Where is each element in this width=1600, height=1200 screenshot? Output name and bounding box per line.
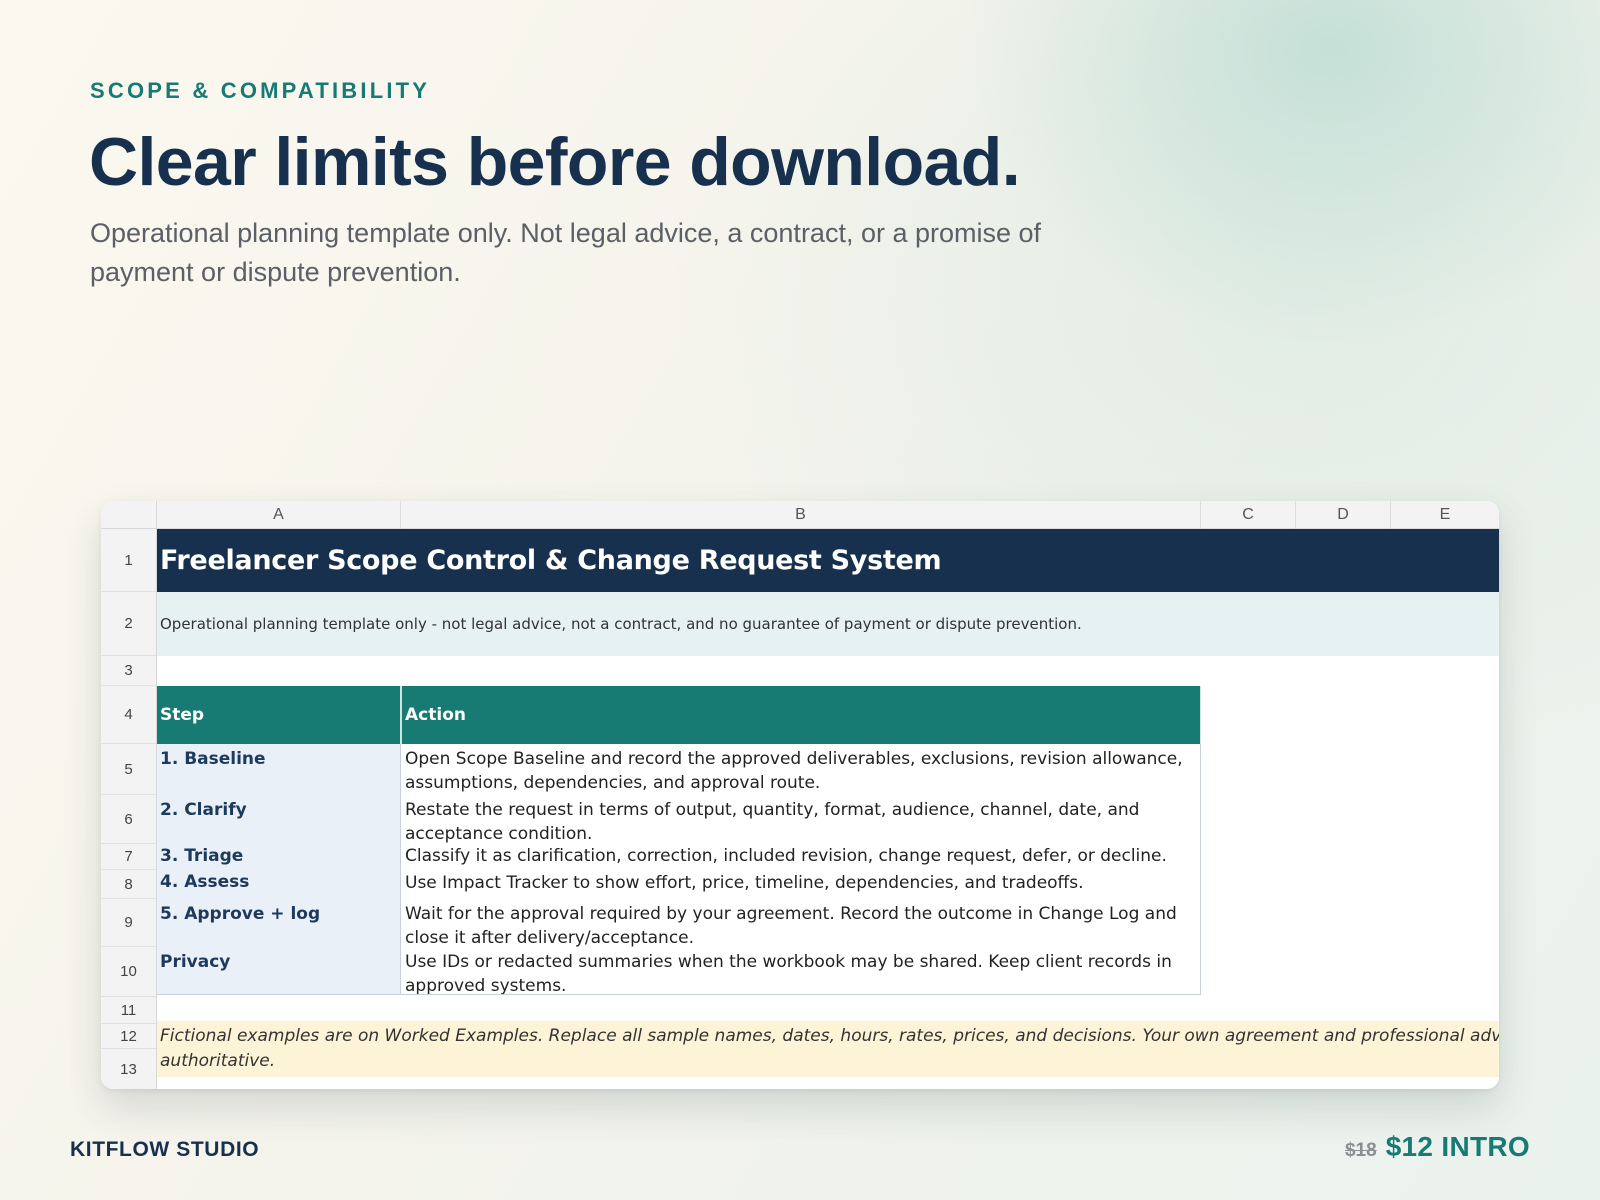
brand-name: KITFLOW STUDIO xyxy=(70,1138,260,1161)
column-header-a: A xyxy=(157,501,401,529)
step-cell: 3. Triage xyxy=(157,844,401,870)
row-number-1: 1 xyxy=(101,529,157,592)
sheet-title: Freelancer Scope Control & Change Reques… xyxy=(157,529,1499,592)
table-header-action: Action xyxy=(401,686,1201,744)
sheet-corner xyxy=(101,501,157,529)
row-number-2: 2 xyxy=(101,592,157,656)
step-cell: 1. Baseline xyxy=(157,744,401,795)
row-number-11: 11 xyxy=(101,997,157,1024)
worked-examples-note-line2: authoritative. xyxy=(160,1051,276,1071)
row-number-8: 8 xyxy=(101,870,157,899)
page-subtitle: Operational planning template only. Not … xyxy=(90,218,1042,287)
step-cell: Privacy xyxy=(157,947,401,994)
action-cell: Restate the request in terms of output, … xyxy=(401,795,1201,844)
row-number-5: 5 xyxy=(101,744,157,795)
table-header-step: Step xyxy=(157,686,401,744)
spreadsheet-preview: A B C D E 1 2 3 4 5 6 7 8 9 10 11 12 13 … xyxy=(101,501,1499,1089)
row-number-6: 6 xyxy=(101,795,157,844)
row-number-7: 7 xyxy=(101,844,157,870)
row-number-4: 4 xyxy=(101,686,157,744)
price-tag: $18 $12 INTRO xyxy=(1345,1131,1530,1163)
worked-examples-note-line1: Fictional examples are on Worked Example… xyxy=(160,1026,1499,1046)
row-number-9: 9 xyxy=(101,899,157,947)
page-title: Clear limits before download. xyxy=(89,124,1021,200)
row-number-13: 13 xyxy=(101,1049,157,1089)
old-price: $18 xyxy=(1344,1140,1377,1161)
row-number-12: 12 xyxy=(101,1024,157,1049)
step-cell: 4. Assess xyxy=(157,870,401,899)
column-header-b: B xyxy=(401,501,1201,529)
sheet-disclaimer: Operational planning template only - not… xyxy=(157,592,1499,656)
column-header-d: D xyxy=(1296,501,1391,529)
table-bottom-border xyxy=(157,994,1201,995)
action-cell: Open Scope Baseline and record the appro… xyxy=(401,744,1201,795)
action-cell: Classify it as clarification, correction… xyxy=(401,844,1201,870)
column-header-c: C xyxy=(1201,501,1296,529)
action-cell: Use Impact Tracker to show effort, price… xyxy=(401,870,1201,899)
eyebrow-label: SCOPE & COMPATIBILITY xyxy=(90,78,431,103)
step-cell: 2. Clarify xyxy=(157,795,401,844)
row-number-10: 10 xyxy=(101,947,157,997)
worked-examples-note: Fictional examples are on Worked Example… xyxy=(157,1021,1499,1077)
column-header-e: E xyxy=(1391,501,1499,529)
action-cell: Use IDs or redacted summaries when the w… xyxy=(401,947,1201,994)
action-cell: Wait for the approval required by your a… xyxy=(401,899,1201,947)
intro-price: $12 INTRO xyxy=(1385,1131,1530,1162)
step-cell: 5. Approve + log xyxy=(157,899,401,947)
row-number-3: 3 xyxy=(101,656,157,686)
